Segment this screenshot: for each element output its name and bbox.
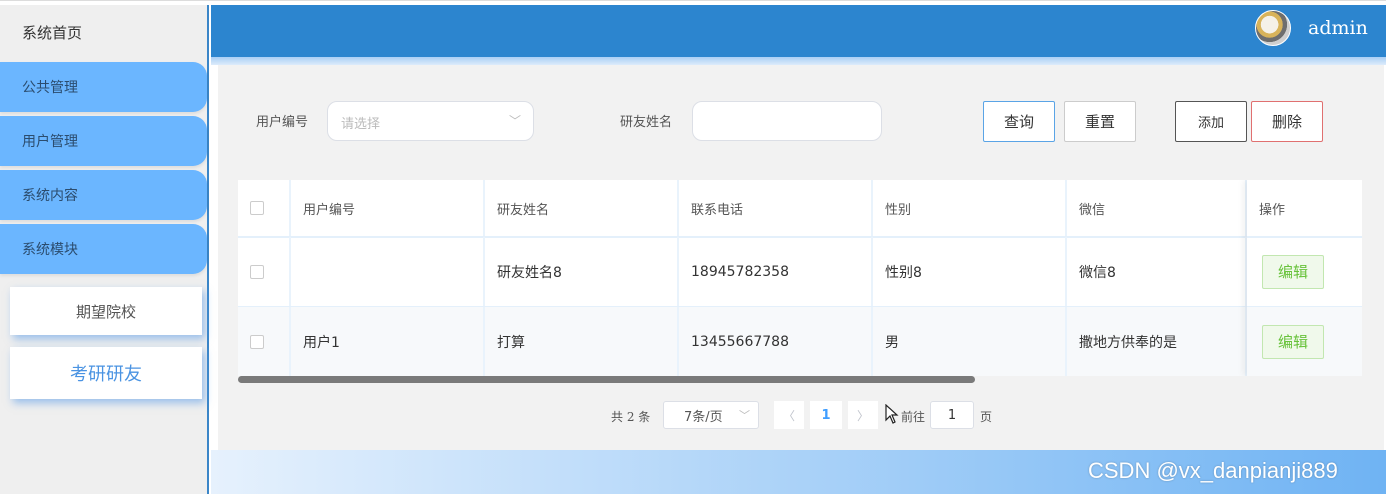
add-button[interactable]: 添加 [1175,101,1247,142]
username[interactable]: admin [1308,17,1368,39]
sidebar-subitem-target-schools[interactable]: 期望院校 [10,287,202,335]
cell-wechat: 微信8 [1067,237,1247,306]
column-header[interactable]: 用户编号 [291,180,485,236]
mouse-cursor-icon [885,404,899,424]
user-id-placeholder: 请选择 [341,117,381,132]
cell-user-id: 用户1 [291,307,485,376]
next-page-button[interactable]: 〉 [848,401,878,429]
sidebar-subitem-label: 期望院校 [75,302,136,321]
goto-suffix: 页 [980,410,993,424]
fixed-column-shadow [1247,180,1362,376]
query-button[interactable]: 查询 [983,101,1055,142]
cell-name: 研友姓名8 [485,237,679,306]
add-button-label: 添加 [1197,116,1224,131]
watermark: CSDN @vx_danpianji889 [1088,458,1338,483]
sidebar-item-label: 系统内容 [22,188,78,204]
user-id-select[interactable]: 请选择 ﹀ [327,101,534,141]
row-select-cell [238,237,291,306]
cell-user-id [291,237,485,306]
sidebar-item-system-module[interactable]: 系统模块 [0,224,207,274]
sidebar-item-public-management[interactable]: 公共管理 [0,62,207,112]
cell-wechat: 撒地方供奉的是 [1067,307,1247,376]
header-shadow [211,57,1386,65]
table-header-row: 用户编号 研友姓名 联系电话 性别 微信 操作 [238,180,1362,236]
scrollbar-thumb[interactable] [238,376,975,383]
column-header[interactable]: 微信 [1067,180,1247,236]
query-button-label: 查询 [1003,113,1034,131]
cell-phone: 13455667788 [679,307,873,376]
sidebar-item-label: 公共管理 [22,80,78,96]
sidebar-item-label: 系统模块 [22,242,78,258]
user-id-label: 用户编号 [256,115,309,130]
reset-button-label: 重置 [1084,113,1115,131]
column-header[interactable]: 研友姓名 [485,180,679,236]
sidebar-home-label: 系统首页 [22,24,83,42]
cell-gender: 男 [873,307,1067,376]
page-size-select[interactable]: 7条/页 ﹀ [663,401,759,429]
goto-page-input[interactable]: 1 [930,401,974,429]
column-header[interactable]: 性别 [873,180,1067,236]
chevron-down-icon: ﹀ [739,409,750,422]
delete-button[interactable]: 删除 [1251,101,1323,142]
chevron-right-icon: 〉 [856,408,869,423]
chevron-left-icon: 〈 [782,408,795,423]
goto-label: 前往 [901,410,926,424]
sidebar-item-home[interactable]: 系统首页 [0,5,207,60]
cell-name: 打算 [485,307,679,376]
sidebar-subitem-study-friends[interactable]: 考研研友 [10,347,202,399]
main-content: 用户编号 请选择 ﹀ 研友姓名 查询 重置 添加 删除 用户编号 研友姓名 联系… [218,65,1384,450]
chevron-down-icon: ﹀ [508,114,521,128]
cell-gender: 性别8 [873,237,1067,306]
delete-button-label: 删除 [1271,113,1302,131]
name-label: 研友姓名 [620,115,673,130]
table-row: 用户1 打算 13455667788 男 撒地方供奉的是 编辑 [238,307,1362,376]
horizontal-scrollbar[interactable] [238,376,1362,383]
name-input[interactable] [692,101,882,141]
column-header[interactable]: 联系电话 [679,180,873,236]
sidebar: 系统首页 公共管理 用户管理 系统内容 系统模块 期望院校 考研研友 [0,5,209,494]
row-select-cell [238,307,291,376]
page-size-value: 7条/页 [684,409,723,425]
reset-button[interactable]: 重置 [1064,101,1136,142]
select-all-checkbox[interactable] [250,201,264,215]
prev-page-button[interactable]: 〈 [774,401,804,429]
sidebar-subitem-label: 考研研友 [70,364,142,385]
table-row: 研友姓名8 18945782358 性别8 微信8 编辑 [238,237,1362,306]
page-number-current[interactable]: 1 [810,401,842,429]
row-checkbox[interactable] [250,264,264,279]
sidebar-item-label: 用户管理 [22,134,78,150]
data-table: 用户编号 研友姓名 联系电话 性别 微信 操作 研友姓名8 1894578235… [238,180,1362,376]
avatar[interactable] [1255,10,1291,46]
sidebar-item-user-management[interactable]: 用户管理 [0,116,207,166]
top-header: admin [211,5,1386,57]
cell-phone: 18945782358 [679,237,873,306]
select-all-cell [238,180,291,236]
sidebar-item-system-content[interactable]: 系统内容 [0,170,207,220]
row-checkbox[interactable] [250,334,264,349]
pagination-total: 共 2 条 [611,410,651,424]
